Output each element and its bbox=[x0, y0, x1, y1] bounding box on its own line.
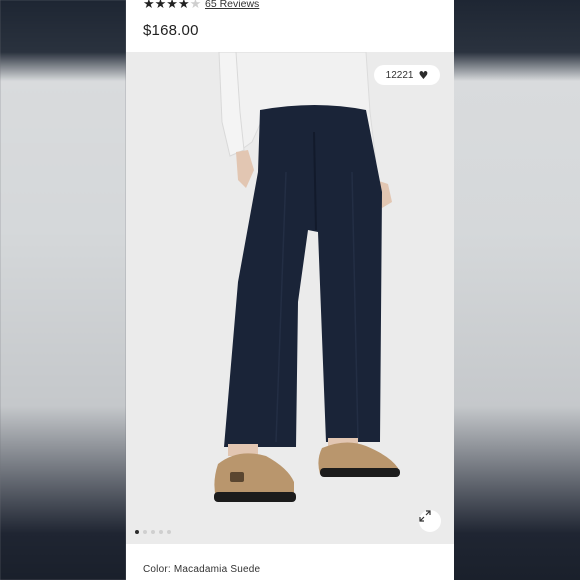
likes-count: 12221 bbox=[385, 69, 414, 81]
pagination-dot[interactable] bbox=[167, 530, 171, 534]
reviews-link[interactable]: 65 Reviews bbox=[205, 0, 259, 10]
expand-arrows-icon bbox=[419, 510, 431, 522]
selected-color-label: Color: Macadamia Suede bbox=[143, 564, 261, 575]
rating-stars: ★★★★★ bbox=[143, 0, 201, 12]
product-image-gallery[interactable]: 12221 ♥ bbox=[126, 52, 454, 544]
product-page: ★★★★★ 65 Reviews $168.00 12221 ♥ Color: … bbox=[126, 0, 454, 580]
pagination-dot[interactable] bbox=[143, 530, 147, 534]
blurred-backdrop-right bbox=[454, 0, 580, 580]
pagination-dot[interactable] bbox=[135, 530, 139, 534]
pagination-dot[interactable] bbox=[151, 530, 155, 534]
rating-star-empty: ★ bbox=[189, 0, 202, 12]
blurred-backdrop-left bbox=[0, 0, 126, 580]
heart-icon: ♥ bbox=[418, 68, 429, 82]
product-photo bbox=[126, 52, 454, 544]
gallery-pagination bbox=[135, 530, 171, 534]
product-header: ★★★★★ 65 Reviews $168.00 bbox=[126, 0, 454, 52]
expand-image-button[interactable] bbox=[419, 510, 441, 532]
pagination-dot[interactable] bbox=[159, 530, 163, 534]
likes-button[interactable]: 12221 ♥ bbox=[374, 65, 440, 85]
product-price: $168.00 bbox=[143, 22, 199, 39]
